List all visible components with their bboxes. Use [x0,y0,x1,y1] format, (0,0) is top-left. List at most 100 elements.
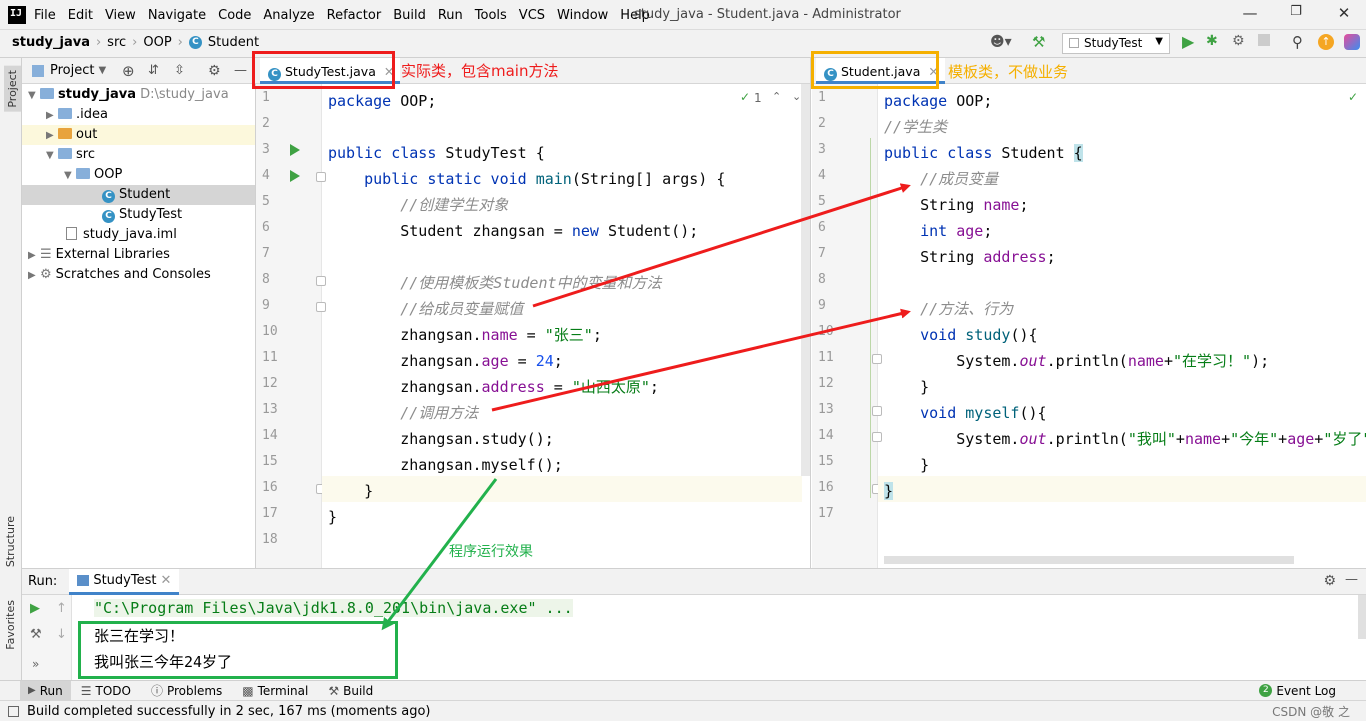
tree-item-src[interactable]: ▼ src [22,145,255,165]
folder-icon [58,148,72,159]
wrench-icon[interactable]: ⚒ [30,627,42,642]
annotation-note-template-class: 模板类，不做业务 [948,63,1069,81]
project-tool-tab[interactable]: Project [4,66,21,112]
tree-item-studytest[interactable]: C StudyTest [22,205,255,225]
scrollbar[interactable] [801,84,810,476]
run-label: Run: [28,574,58,589]
fold-icon[interactable] [316,302,326,312]
build-hammer-icon[interactable]: ⚒ [1032,33,1045,51]
menu-run[interactable]: Run [438,8,463,23]
hide-icon[interactable]: — [234,63,247,78]
search-icon[interactable]: ⚲ [1292,33,1303,51]
menu-window[interactable]: Window [557,8,608,23]
arrow-down-icon[interactable]: ↓ [56,627,67,642]
watermark: CSDN @敬 之 [1272,704,1350,719]
tree-label: out [76,127,98,142]
config-icon [1069,38,1079,48]
chevron-down-icon[interactable]: ⌄ [792,90,801,103]
fold-icon[interactable] [872,406,882,416]
code-student[interactable]: package OOP; //学生类 public class Student … [884,88,1366,504]
tree-item-project-root[interactable]: ▼ study_java D:\study_java [22,85,255,105]
status-message[interactable]: Build completed successfully in 2 sec, 1… [27,704,431,719]
coverage-icon[interactable]: ⚙ [1232,33,1245,49]
line-number: 2 [262,116,270,131]
chevron-down-icon[interactable]: ▼ [98,65,106,76]
maximize-button[interactable]: ❐ [1284,4,1308,26]
toolbox-icon[interactable] [1344,34,1360,50]
menu-edit[interactable]: Edit [68,8,93,23]
terminal-toolwindow-button[interactable]: ▩ Terminal [242,684,308,698]
close-window-button[interactable]: ✕ [1332,4,1356,26]
list-icon: ☰ [80,683,92,698]
close-icon[interactable]: ✕ [160,573,171,588]
update-icon[interactable]: ↑ [1318,34,1334,50]
run-config-label: StudyTest [1084,36,1143,50]
line-number: 12 [262,376,278,391]
run-configuration-select[interactable]: StudyTest ▼ [1062,33,1170,54]
menu-build[interactable]: Build [393,8,426,23]
hide-icon[interactable]: — [1345,572,1358,587]
menu-code[interactable]: Code [218,8,251,23]
run-gutter-icon[interactable] [290,144,300,156]
run-tab[interactable]: StudyTest ✕ [69,568,180,595]
run-toolwindow-button[interactable]: ▶ Run [20,680,71,701]
tree-item-external-libraries[interactable]: ▶ ☰ External Libraries [22,245,255,265]
run-icon: ▶ [28,685,36,696]
menu-refactor[interactable]: Refactor [327,8,382,23]
collapse-all-icon[interactable]: ⇳ [174,63,185,78]
layout-icon[interactable] [8,705,19,717]
expand-all-icon[interactable]: ⇵ [148,63,159,78]
menu-view[interactable]: View [105,8,136,23]
tree-item-out[interactable]: ▶ out [22,125,255,145]
menu-analyze[interactable]: Analyze [263,8,314,23]
menu-navigate[interactable]: Navigate [148,8,206,23]
run-gutter-icon[interactable] [290,170,300,182]
run-icon[interactable]: ▶ [1182,32,1194,51]
line-number: 14 [818,428,834,443]
menu-vcs[interactable]: VCS [519,8,545,23]
problems-toolwindow-button[interactable]: ⓘ Problems [151,682,222,699]
tree-item-scratches[interactable]: ▶ ⚙ Scratches and Consoles [22,265,255,285]
stop-icon[interactable] [1258,34,1270,46]
gear-icon[interactable]: ⚙ [208,63,221,79]
favorites-tool-tab[interactable]: Favorites [4,600,17,650]
tree-item-oop[interactable]: ▼ OOP [22,165,255,185]
todo-toolwindow-button[interactable]: ☰ TODO [81,684,131,698]
locate-icon[interactable]: ⊕ [122,62,135,80]
build-toolwindow-button[interactable]: ⚒ Build [328,684,373,698]
minimize-button[interactable]: — [1238,4,1262,26]
code-studytest[interactable]: package OOP; public class StudyTest { pu… [328,88,725,530]
inspection-ok-icon[interactable]: ✓ [740,90,750,104]
tree-item-iml[interactable]: study_java.iml [22,225,255,245]
horizontal-scrollbar[interactable] [884,556,1294,564]
gear-icon[interactable]: ⚙ [1323,573,1336,589]
class-icon: C [102,210,115,223]
library-icon: ☰ [40,247,52,262]
tree-item-student[interactable]: C Student [22,185,255,205]
crumb-project[interactable]: study_java [12,35,90,50]
structure-tool-tab[interactable]: Structure [4,516,17,567]
line-number: 6 [818,220,826,235]
fold-icon[interactable] [316,276,326,286]
crumb-oop[interactable]: OOP [143,35,171,50]
arrow-up-icon[interactable]: ↑ [56,601,67,616]
crumb-src[interactable]: src [107,35,126,50]
fold-icon[interactable] [316,172,326,182]
event-log-button[interactable]: 2 Event Log [1259,684,1336,698]
intellij-logo-icon: IJ [8,6,26,24]
line-number: 10 [262,324,278,339]
rerun-icon[interactable]: ▶ [30,601,40,616]
menu-tools[interactable]: Tools [475,8,507,23]
project-view-label[interactable]: Project [50,63,94,78]
fold-icon[interactable] [872,354,882,364]
chevron-up-icon[interactable]: ⌃ [772,90,781,103]
crumb-student[interactable]: Student [208,35,259,50]
debug-icon[interactable]: ✱ [1206,33,1218,49]
scrollbar[interactable] [1358,595,1366,639]
menu-file[interactable]: File [34,8,56,23]
more-icon[interactable]: » [32,657,39,671]
line-number: 13 [262,402,278,417]
tree-item-idea[interactable]: ▶ .idea [22,105,255,125]
fold-icon[interactable] [872,432,882,442]
user-icon[interactable]: ☻▾ [990,34,1012,50]
